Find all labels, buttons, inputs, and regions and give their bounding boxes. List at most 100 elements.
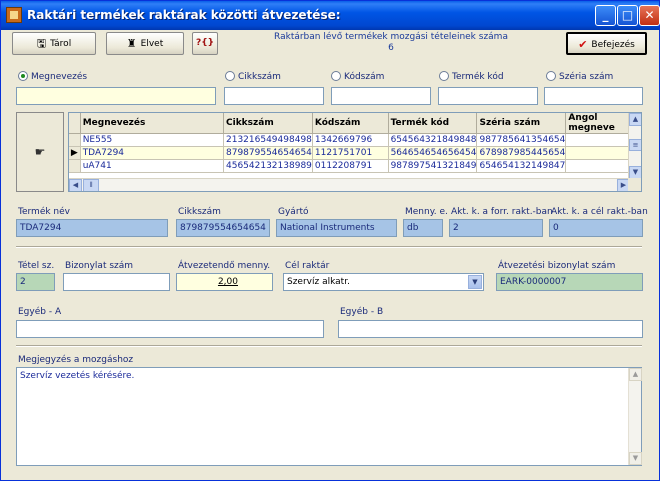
- source-stock-label: Akt. k. a forr. rakt.-ban: [451, 207, 553, 217]
- maximize-button[interactable]: □: [617, 5, 638, 26]
- transfer-voucher-field: EARK-0000007: [496, 273, 643, 291]
- column-header[interactable]: Széria szám: [476, 113, 567, 134]
- search-serial-number-input[interactable]: [544, 87, 643, 105]
- radio-code-number[interactable]: Kódszám: [331, 71, 384, 82]
- scroll-thumb[interactable]: ⦀: [83, 179, 99, 191]
- close-button[interactable]: ✕: [639, 5, 660, 26]
- radio-serial-number[interactable]: Széria szám: [546, 71, 613, 82]
- cell-serial-number[interactable]: 654654132149847: [476, 159, 567, 173]
- movement-note-label: Megjegyzés a mozgáshoz: [18, 355, 134, 365]
- hand-pointer-icon: ☛: [34, 145, 46, 159]
- movement-count-label: Raktárban lévő termékek mozgási tételein…: [274, 32, 508, 42]
- scroll-down-icon[interactable]: ▼: [629, 452, 642, 465]
- other-b-input[interactable]: [338, 320, 643, 338]
- checkmark-icon: ✔: [578, 38, 588, 51]
- transfer-qty-label: Átvezetendő menny.: [178, 261, 271, 271]
- chevron-down-icon[interactable]: ▼: [468, 275, 482, 289]
- radio-dot: [225, 71, 235, 81]
- source-stock-field: 2: [449, 219, 543, 237]
- radio-label: Termék kód: [452, 72, 504, 82]
- item-number-label: Cikkszám: [178, 207, 221, 217]
- unit-label: Menny. e.: [405, 207, 448, 217]
- help-button[interactable]: ?{}: [192, 32, 218, 55]
- search-product-code-input[interactable]: [438, 87, 538, 105]
- cell-name[interactable]: uA741: [80, 159, 225, 173]
- manufacturer-label: Gyártó: [278, 207, 309, 217]
- table-row-selected[interactable]: ▶ TDA7294 879879554654654 1121751701 564…: [69, 146, 641, 160]
- pick-product-button[interactable]: ☛: [16, 112, 64, 192]
- radio-label: Széria szám: [559, 72, 614, 82]
- column-header[interactable]: Cikkszám: [223, 113, 313, 134]
- search-item-number-input[interactable]: [224, 87, 324, 105]
- column-header[interactable]: Megnevezés: [80, 113, 225, 134]
- cell-product-code[interactable]: 987897541321849: [388, 159, 478, 173]
- column-header[interactable]: Kódszám: [312, 113, 389, 134]
- radio-item-number[interactable]: Cikkszám: [225, 71, 281, 82]
- scroll-up-icon[interactable]: ▲: [629, 368, 642, 381]
- radio-name[interactable]: Megnevezés: [18, 71, 87, 82]
- store-label: Tárol: [50, 39, 72, 49]
- unit-field: db: [403, 219, 443, 237]
- movement-note-textarea[interactable]: Szervíz vezetés kérésére. ▲ ▼: [16, 367, 642, 466]
- scroll-thumb[interactable]: ≡: [629, 139, 641, 151]
- title-bar[interactable]: Raktári termékek raktárak közötti átveze…: [1, 1, 660, 30]
- separator: [16, 345, 642, 347]
- cell-serial-number[interactable]: 987785641354654: [476, 133, 567, 147]
- target-warehouse-select[interactable]: Szervíz alkatr. ▼: [283, 273, 484, 291]
- save-icon: 🖫: [36, 37, 47, 50]
- product-grid[interactable]: Megnevezés Cikkszám Kódszám Termék kód S…: [68, 112, 642, 192]
- target-warehouse-value: Szervíz alkatr.: [287, 277, 350, 287]
- cell-item-number[interactable]: 213216549498498: [223, 133, 313, 147]
- cell-name[interactable]: NE555: [80, 133, 225, 147]
- radio-dot: [18, 71, 28, 81]
- radio-dot: [439, 71, 449, 81]
- target-stock-label: Akt. k. a cél rakt.-ban: [551, 207, 648, 217]
- table-row[interactable]: NE555 213216549498498 1342669796 6545643…: [69, 133, 641, 147]
- search-name-input[interactable]: [16, 87, 216, 105]
- help-label: ?{}: [195, 38, 215, 48]
- cell-code-number[interactable]: 1121751701: [312, 146, 389, 160]
- scroll-left-icon[interactable]: ◀: [69, 179, 82, 191]
- target-stock-field: 0: [549, 219, 643, 237]
- transfer-qty-input[interactable]: 2,00: [176, 273, 273, 291]
- radio-label: Megnevezés: [31, 72, 88, 82]
- cell-item-number[interactable]: 879879554654654: [223, 146, 313, 160]
- scroll-up-icon[interactable]: ▲: [629, 113, 641, 126]
- other-b-label: Egyéb - B: [340, 307, 384, 317]
- cell-item-number[interactable]: 456542132138989: [223, 159, 313, 173]
- main-window: Raktári termékek raktárak közötti átveze…: [0, 0, 660, 481]
- discard-button[interactable]: ♜ Elvet: [106, 32, 184, 55]
- radio-label: Cikkszám: [238, 72, 281, 82]
- current-row-arrow-icon: ▶: [69, 146, 81, 160]
- row-indicator: [69, 133, 81, 147]
- radio-product-code[interactable]: Termék kód: [439, 71, 504, 82]
- cell-product-code[interactable]: 564654654656454: [388, 146, 478, 160]
- store-button[interactable]: 🖫 Tárol: [12, 32, 96, 55]
- indicator-header: [69, 113, 81, 134]
- cell-product-code[interactable]: 654564321849848: [388, 133, 478, 147]
- note-vertical-scrollbar[interactable]: ▲ ▼: [628, 368, 642, 465]
- cell-name[interactable]: TDA7294: [80, 146, 225, 160]
- window-title: Raktári termékek raktárak közötti átveze…: [27, 8, 341, 22]
- table-row[interactable]: uA741 456542132138989 0112208791 9878975…: [69, 159, 641, 173]
- other-a-label: Egyéb - A: [18, 307, 62, 317]
- product-table: Megnevezés Cikkszám Kódszám Termék kód S…: [69, 113, 641, 173]
- manufacturer-field: National Instruments: [276, 219, 397, 237]
- voucher-number-input[interactable]: [63, 273, 170, 291]
- other-a-input[interactable]: [16, 320, 324, 338]
- search-code-number-input[interactable]: [331, 87, 431, 105]
- movement-note-text: Szervíz vezetés kérésére.: [20, 371, 135, 381]
- cell-code-number[interactable]: 0112208791: [312, 159, 389, 173]
- target-warehouse-label: Cél raktár: [285, 261, 330, 271]
- item-number-field: 879879554654654: [176, 219, 270, 237]
- line-number-field: 2: [16, 273, 55, 291]
- grid-vertical-scrollbar[interactable]: ▲ ≡ ▼: [628, 113, 641, 179]
- grid-horizontal-scrollbar[interactable]: ◀ ⦀ ▶: [69, 178, 630, 191]
- minimize-button[interactable]: _: [595, 5, 616, 26]
- voucher-number-label: Bizonylat szám: [65, 261, 134, 271]
- cell-serial-number[interactable]: 678987985445654: [476, 146, 567, 160]
- finish-label: Befejezés: [591, 40, 635, 50]
- finish-button[interactable]: ✔ Befejezés: [566, 32, 647, 55]
- column-header[interactable]: Termék kód: [388, 113, 478, 134]
- cell-code-number[interactable]: 1342669796: [312, 133, 389, 147]
